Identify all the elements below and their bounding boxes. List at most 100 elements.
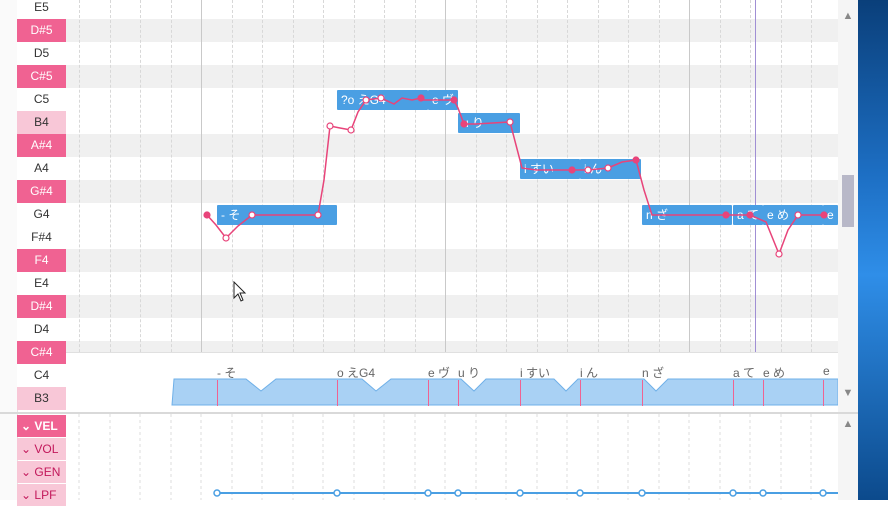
expression-label: VEL bbox=[34, 419, 58, 433]
note[interactable]: e ヴ bbox=[428, 90, 458, 110]
note[interactable]: e め bbox=[763, 205, 823, 225]
note[interactable]: - そ bbox=[217, 205, 337, 225]
piano-key[interactable]: G#4 bbox=[17, 180, 66, 203]
piano-key[interactable]: F4 bbox=[17, 249, 66, 272]
triangle-up-icon[interactable]: ▲ bbox=[838, 418, 858, 430]
beat-line bbox=[476, 0, 477, 412]
piano-key[interactable]: E4 bbox=[17, 272, 66, 295]
expression-row[interactable]: ⌄ LPF bbox=[17, 484, 66, 506]
note[interactable]: a て bbox=[733, 205, 763, 225]
expression-scrollbar[interactable]: ▲ bbox=[838, 414, 858, 500]
phoneme-track[interactable]: - そ o えG4 e ヴ u り i すい i ん n ざ a て e め e bbox=[66, 352, 838, 413]
expression-row[interactable]: ⌄ VOL bbox=[17, 438, 66, 460]
piano-key[interactable]: A#4 bbox=[17, 134, 66, 157]
grid-row bbox=[66, 42, 838, 65]
beat-line bbox=[354, 0, 355, 412]
velocity-handle[interactable] bbox=[454, 489, 462, 497]
piano-key[interactable]: B4 bbox=[17, 111, 66, 134]
phoneme-label: - そ bbox=[217, 366, 237, 380]
velocity-handle[interactable] bbox=[576, 489, 584, 497]
beat-line bbox=[79, 0, 80, 412]
grid-row bbox=[66, 65, 838, 88]
piano-key[interactable]: D4 bbox=[17, 318, 66, 341]
grid-row bbox=[66, 249, 838, 272]
grid-row bbox=[66, 295, 838, 318]
piano-key[interactable]: D#5 bbox=[17, 19, 66, 42]
expression-list: ⌄ VEL ⌄ VOL ⌄ GEN ⌄ LPF bbox=[17, 414, 66, 506]
expression-row[interactable]: ⌄ GEN bbox=[17, 461, 66, 483]
chevron-down-icon[interactable]: ⌄ bbox=[21, 465, 34, 479]
triangle-down-icon[interactable]: ▼ bbox=[838, 387, 858, 399]
grid-row bbox=[66, 272, 838, 295]
phoneme-marker[interactable] bbox=[217, 380, 218, 406]
piano-key[interactable]: C#5 bbox=[17, 65, 66, 88]
note[interactable]: u り bbox=[458, 113, 520, 133]
beat-line bbox=[415, 0, 416, 412]
phoneme-marker[interactable] bbox=[337, 380, 338, 406]
piano-key[interactable]: B3 bbox=[17, 387, 66, 410]
phoneme-label: e ヴ bbox=[428, 366, 451, 380]
phoneme-marker[interactable] bbox=[520, 380, 521, 406]
beat-line bbox=[537, 0, 538, 412]
piano-key[interactable]: C5 bbox=[17, 88, 66, 111]
phoneme-marker[interactable] bbox=[763, 380, 764, 406]
phoneme-marker[interactable] bbox=[458, 380, 459, 406]
piano-key[interactable]: G4 bbox=[17, 203, 66, 226]
phoneme-label: i ん bbox=[580, 366, 599, 380]
phoneme-marker[interactable] bbox=[733, 380, 734, 406]
phoneme-marker[interactable] bbox=[580, 380, 581, 406]
velocity-handle[interactable] bbox=[638, 489, 646, 497]
beat-line bbox=[445, 0, 446, 412]
velocity-handle[interactable] bbox=[819, 489, 827, 497]
grid-row bbox=[66, 0, 838, 19]
phoneme-label: o えG4 bbox=[337, 366, 376, 380]
grid-row bbox=[66, 226, 838, 249]
grid-row bbox=[66, 157, 838, 180]
piano-key[interactable]: C4 bbox=[17, 364, 66, 387]
velocity-handle[interactable] bbox=[729, 489, 737, 497]
phoneme-marker[interactable] bbox=[428, 380, 429, 406]
beat-line bbox=[171, 0, 172, 412]
expression-grid[interactable] bbox=[66, 414, 838, 500]
beat-line bbox=[628, 0, 629, 412]
piano-key[interactable]: C#4 bbox=[17, 341, 66, 364]
phoneme-label: n ざ bbox=[642, 366, 665, 380]
beat-line bbox=[384, 0, 385, 412]
note[interactable]: ?o えG4 bbox=[337, 90, 428, 110]
desktop-background bbox=[858, 0, 888, 500]
beat-line bbox=[110, 0, 111, 412]
left-edge bbox=[0, 0, 18, 500]
note[interactable]: e bbox=[823, 205, 838, 225]
scrollbar-thumb[interactable] bbox=[842, 175, 854, 227]
note[interactable]: i すい bbox=[520, 159, 580, 179]
velocity-handle[interactable] bbox=[213, 489, 221, 497]
note-grid[interactable]: - そ ?o えG4 e ヴu りi すい i んn ざa てe めe bbox=[66, 0, 838, 412]
chevron-down-icon[interactable]: ⌄ bbox=[21, 442, 34, 456]
piano-key[interactable]: D#4 bbox=[17, 295, 66, 318]
beat-line bbox=[201, 0, 202, 412]
phoneme-marker[interactable] bbox=[823, 380, 824, 406]
vertical-scrollbar[interactable]: ▲ ▼ bbox=[838, 0, 858, 412]
beat-line bbox=[506, 0, 507, 412]
phoneme-marker[interactable] bbox=[642, 380, 643, 406]
expression-label: VOL bbox=[34, 442, 59, 456]
grid-row bbox=[66, 19, 838, 42]
velocity-handle[interactable] bbox=[333, 489, 341, 497]
phoneme-label: e bbox=[823, 364, 830, 378]
piano-key[interactable]: D5 bbox=[17, 42, 66, 65]
piano-key[interactable]: A4 bbox=[17, 157, 66, 180]
velocity-handle[interactable] bbox=[516, 489, 524, 497]
grid-row bbox=[66, 111, 838, 134]
note[interactable]: n ざ bbox=[642, 205, 732, 225]
velocity-handle[interactable] bbox=[424, 489, 432, 497]
piano-key[interactable]: E5 bbox=[17, 0, 66, 19]
phoneme-label: i すい bbox=[520, 366, 551, 380]
phoneme-label: u り bbox=[458, 366, 481, 380]
piano-key[interactable]: F#4 bbox=[17, 226, 66, 249]
expression-row[interactable]: ⌄ VEL bbox=[17, 415, 66, 437]
velocity-handle[interactable] bbox=[759, 489, 767, 497]
note[interactable]: i ん bbox=[580, 159, 641, 179]
triangle-up-icon[interactable]: ▲ bbox=[838, 10, 858, 22]
chevron-down-icon[interactable]: ⌄ bbox=[21, 419, 34, 433]
piano-roll-keys: E5 D#5 D5 C#5 C5 B4 A#4 A4 G#4 G4 F#4 F4 E4 D#4 D4 C#4 C… bbox=[17, 0, 66, 412]
